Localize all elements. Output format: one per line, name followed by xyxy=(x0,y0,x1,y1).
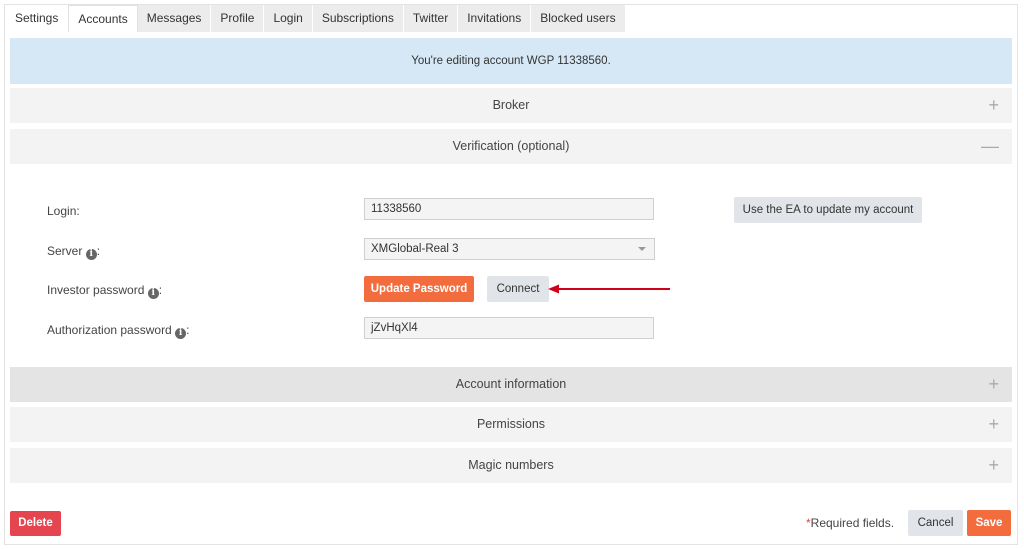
section-verification-label: Verification (optional) xyxy=(452,139,570,153)
update-password-button[interactable]: Update Password xyxy=(364,276,474,302)
section-broker-label: Broker xyxy=(492,98,530,112)
tab-profile[interactable]: Profile xyxy=(211,5,265,32)
red-arrow-annotation xyxy=(548,284,670,294)
delete-button[interactable]: Delete xyxy=(10,511,61,536)
section-permissions-label: Permissions xyxy=(476,417,546,431)
server-select-value: XMGlobal-Real 3 xyxy=(371,243,459,255)
section-permissions[interactable]: Permissions + xyxy=(10,407,1012,442)
editing-banner: You're editing account WGP 11338560. xyxy=(10,38,1012,84)
plus-icon: + xyxy=(988,414,999,434)
authorization-password-label-text: Authorization password xyxy=(47,323,172,337)
info-icon[interactable]: i xyxy=(147,288,159,299)
section-magic-numbers[interactable]: Magic numbers + xyxy=(10,448,1012,483)
cancel-button[interactable]: Cancel xyxy=(908,510,963,536)
tab-twitter[interactable]: Twitter xyxy=(403,5,459,32)
required-fields-note: *Required fields. xyxy=(806,516,894,530)
plus-icon: + xyxy=(988,374,999,394)
tab-login[interactable]: Login xyxy=(264,5,313,32)
login-label: Login: xyxy=(47,204,80,218)
section-account-information[interactable]: Account information + xyxy=(10,367,1012,402)
investor-password-label: Investor password i: xyxy=(47,283,162,299)
investor-password-label-text: Investor password xyxy=(47,283,145,297)
save-button[interactable]: Save xyxy=(967,510,1011,536)
required-fields-text: Required fields. xyxy=(810,516,895,530)
server-label-suffix: : xyxy=(96,244,101,258)
minus-icon: — xyxy=(981,136,999,156)
tab-bar: Settings Accounts Messages Profile Login… xyxy=(5,5,626,32)
tab-messages[interactable]: Messages xyxy=(137,5,212,32)
tab-blocked-users[interactable]: Blocked users xyxy=(531,5,626,32)
plus-icon: + xyxy=(988,95,999,115)
server-label: Server i: xyxy=(47,244,100,260)
section-broker[interactable]: Broker + xyxy=(10,88,1012,123)
tab-subscriptions[interactable]: Subscriptions xyxy=(312,5,404,32)
section-magic-numbers-label: Magic numbers xyxy=(468,458,554,472)
chevron-down-icon xyxy=(638,247,646,251)
info-icon[interactable]: i xyxy=(85,249,97,260)
login-input[interactable]: 11338560 xyxy=(364,198,654,220)
tab-invitations[interactable]: Invitations xyxy=(458,5,532,32)
server-label-text: Server xyxy=(47,244,83,258)
plus-icon: + xyxy=(988,455,999,475)
use-ea-button[interactable]: Use the EA to update my account xyxy=(734,197,922,223)
section-verification[interactable]: Verification (optional) — xyxy=(10,129,1012,164)
authorization-password-input[interactable]: jZvHqXl4 xyxy=(364,317,654,339)
tab-settings[interactable]: Settings xyxy=(5,5,69,32)
investor-password-label-suffix: : xyxy=(158,283,163,297)
section-account-information-label: Account information xyxy=(455,377,567,391)
authorization-password-label-suffix: : xyxy=(186,323,190,337)
authorization-password-label: Authorization password i: xyxy=(47,323,189,339)
connect-button[interactable]: Connect xyxy=(487,276,549,302)
tab-accounts[interactable]: Accounts xyxy=(68,5,138,32)
server-select[interactable]: XMGlobal-Real 3 xyxy=(364,238,655,260)
info-icon[interactable]: i xyxy=(175,328,187,339)
